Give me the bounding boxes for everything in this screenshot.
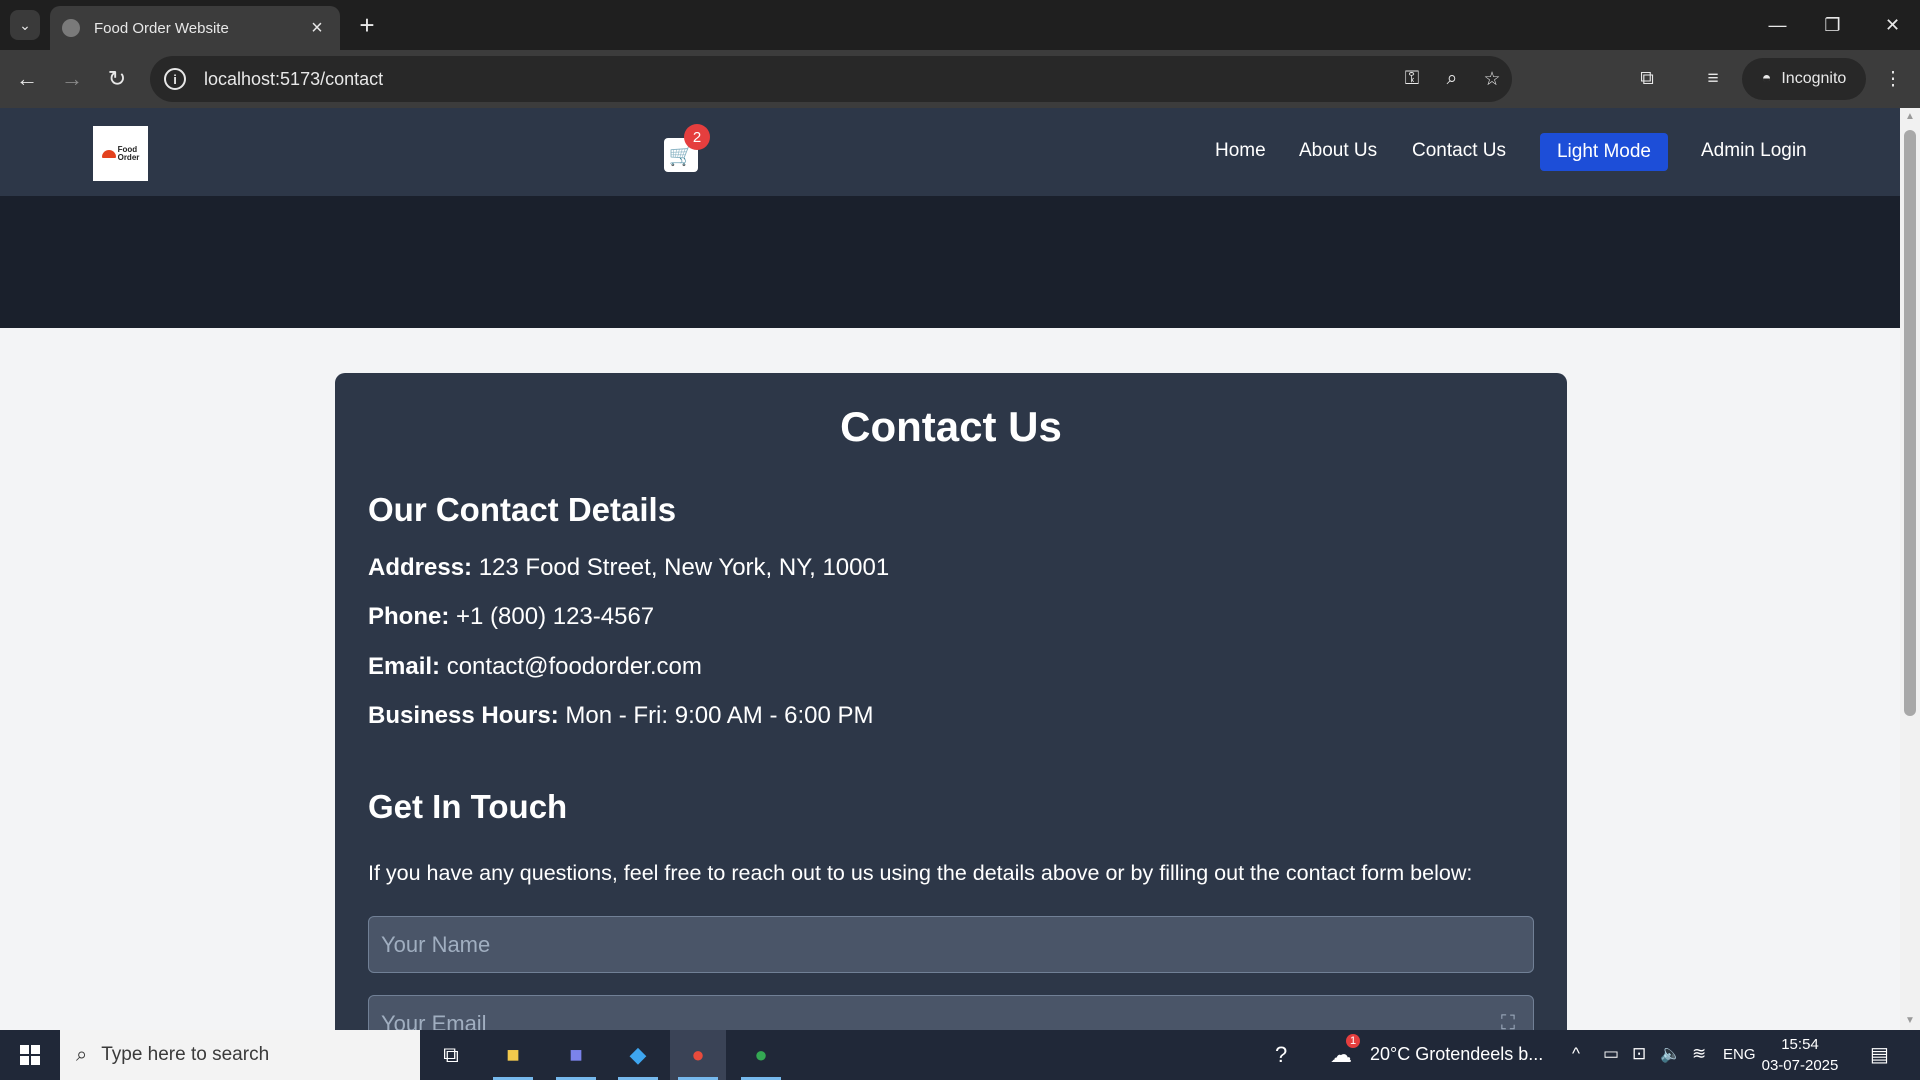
chrome-taskbar-icon[interactable]: ●: [670, 1030, 726, 1080]
site-logo[interactable]: Food Order: [93, 126, 148, 181]
clock-date: 03-07-2025: [1761, 1057, 1839, 1074]
address-bar[interactable]: i localhost:5173/contact ⚿ ⌕ ☆: [150, 56, 1512, 102]
browser-tab-bar: ⌄ Food Order Website × + — ❐ ✕: [0, 0, 1920, 50]
task-view-icon[interactable]: ⧉: [423, 1030, 479, 1080]
browser-toolbar: ← → ↻ i localhost:5173/contact ⚿ ⌕ ☆ ⧉ ≡…: [0, 50, 1920, 108]
language-indicator[interactable]: ENG: [1723, 1046, 1756, 1063]
file-explorer-icon[interactable]: ■: [485, 1030, 541, 1080]
address-line: Address: 123 Food Street, New York, NY, …: [368, 554, 889, 582]
windows-taskbar: ⌕ Type here to search ⧉ ■ ■ ◆ ● ● ? ☁ 1 …: [0, 1030, 1920, 1080]
battery-icon[interactable]: ▭: [1603, 1044, 1619, 1064]
reload-button[interactable]: ↻: [100, 62, 134, 96]
scroll-up-icon[interactable]: ▲: [1905, 112, 1915, 122]
incognito-label: Incognito: [1781, 70, 1847, 87]
hours-line: Business Hours: Mon - Fri: 9:00 AM - 6:0…: [368, 702, 874, 730]
incognito-indicator[interactable]: ◓ Incognito: [1742, 58, 1866, 100]
phone-line: Phone: +1 (800) 123-4567: [368, 603, 654, 631]
phone-value: +1 (800) 123-4567: [456, 603, 655, 630]
extensions-icon[interactable]: ⧉: [1630, 62, 1664, 96]
page-title: Contact Us: [840, 403, 1062, 450]
zoom-icon[interactable]: ⌕: [1432, 68, 1472, 90]
close-window-button[interactable]: ✕: [1865, 0, 1920, 50]
name-input[interactable]: Your Name: [368, 916, 1534, 973]
start-button[interactable]: [0, 1030, 60, 1080]
page-viewport: Food Order 🛒 2 Home About Us Contact Us …: [0, 108, 1900, 1030]
nav-home[interactable]: Home: [1215, 140, 1266, 162]
email-input[interactable]: Your Email ⛶: [368, 995, 1534, 1030]
chef-hat-icon: [101, 149, 116, 158]
light-mode-button[interactable]: Light Mode: [1540, 133, 1668, 171]
windows-logo-icon: [20, 1045, 40, 1065]
nav-admin-login[interactable]: Admin Login: [1701, 140, 1807, 162]
hours-value: Mon - Fri: 9:00 AM - 6:00 PM: [565, 702, 874, 729]
tab-search-button[interactable]: ⌄: [10, 10, 40, 40]
scroll-down-icon[interactable]: ▼: [1905, 1016, 1915, 1026]
site-navbar: Food Order 🛒 2 Home About Us Contact Us …: [0, 108, 1900, 196]
clock-time: 15:54: [1781, 1036, 1819, 1053]
weather-alert-badge: 1: [1346, 1034, 1360, 1048]
scrollbar-thumb[interactable]: [1904, 130, 1916, 716]
new-tab-button[interactable]: +: [352, 10, 382, 40]
notifications-icon[interactable]: ▤: [1870, 1042, 1889, 1067]
logo-text-line2: Order: [117, 152, 140, 162]
email-value: contact@foodorder.com: [446, 653, 702, 680]
get-in-touch-heading: Get In Touch: [368, 788, 568, 825]
cart-count-badge: 2: [684, 124, 710, 150]
restore-button[interactable]: ❐: [1805, 0, 1860, 50]
nav-about-us[interactable]: About Us: [1299, 140, 1377, 162]
back-button[interactable]: ←: [10, 62, 44, 96]
autofill-icon[interactable]: ⛶: [1501, 1012, 1515, 1030]
weather-text[interactable]: 20°C Grotendeels b...: [1370, 1044, 1543, 1065]
nav-contact-us[interactable]: Contact Us: [1412, 140, 1506, 162]
name-placeholder: Your Name: [381, 931, 491, 957]
key-icon[interactable]: ⚿: [1392, 68, 1432, 90]
vscode-icon[interactable]: ◆: [610, 1030, 666, 1080]
phone-label: Phone:: [368, 603, 450, 630]
hero-banner: [0, 196, 1900, 328]
site-info-icon[interactable]: i: [164, 68, 186, 90]
display-icon[interactable]: ⊡: [1632, 1044, 1646, 1064]
bookmark-star-icon[interactable]: ☆: [1472, 68, 1512, 91]
contact-card: Contact Us Our Contact Details Address: …: [335, 373, 1567, 1030]
page-scrollbar[interactable]: ▲ ▼: [1900, 108, 1920, 1030]
minimize-button[interactable]: —: [1750, 0, 1805, 50]
email-label: Email:: [368, 653, 441, 680]
contact-details-heading: Our Contact Details: [368, 491, 677, 528]
hours-label: Business Hours:: [368, 702, 559, 729]
show-hidden-icons-icon[interactable]: ^: [1572, 1044, 1580, 1064]
forward-button[interactable]: →: [55, 62, 89, 96]
volume-icon[interactable]: 🔈: [1660, 1044, 1681, 1064]
system-clock[interactable]: 15:54 03-07-2025: [1755, 1034, 1845, 1076]
incognito-icon: ◓: [1761, 70, 1772, 87]
wifi-icon[interactable]: ≋: [1692, 1044, 1706, 1064]
tab-title: Food Order Website: [94, 19, 229, 37]
browser-tab[interactable]: Food Order Website ×: [50, 6, 340, 50]
address-value: 123 Food Street, New York, NY, 10001: [478, 554, 890, 581]
menu-icon[interactable]: ⋮: [1876, 62, 1910, 96]
chrome-incognito-taskbar-icon[interactable]: ●: [733, 1030, 789, 1080]
taskbar-search[interactable]: ⌕ Type here to search: [60, 1030, 420, 1080]
media-controls-icon[interactable]: ≡: [1696, 62, 1730, 96]
url-text[interactable]: localhost:5173/contact: [204, 69, 1392, 90]
address-label: Address:: [368, 554, 473, 581]
help-icon[interactable]: ?: [1275, 1042, 1287, 1068]
email-line: Email: contact@foodorder.com: [368, 653, 702, 681]
teams-icon[interactable]: ■: [548, 1030, 604, 1080]
close-tab-icon[interactable]: ×: [306, 17, 328, 40]
search-icon: ⌕: [76, 1043, 88, 1066]
search-placeholder: Type here to search: [101, 1044, 270, 1065]
email-placeholder: Your Email: [381, 1010, 487, 1031]
globe-icon: [62, 19, 80, 37]
contact-intro-text: If you have any questions, feel free to …: [368, 861, 1473, 885]
